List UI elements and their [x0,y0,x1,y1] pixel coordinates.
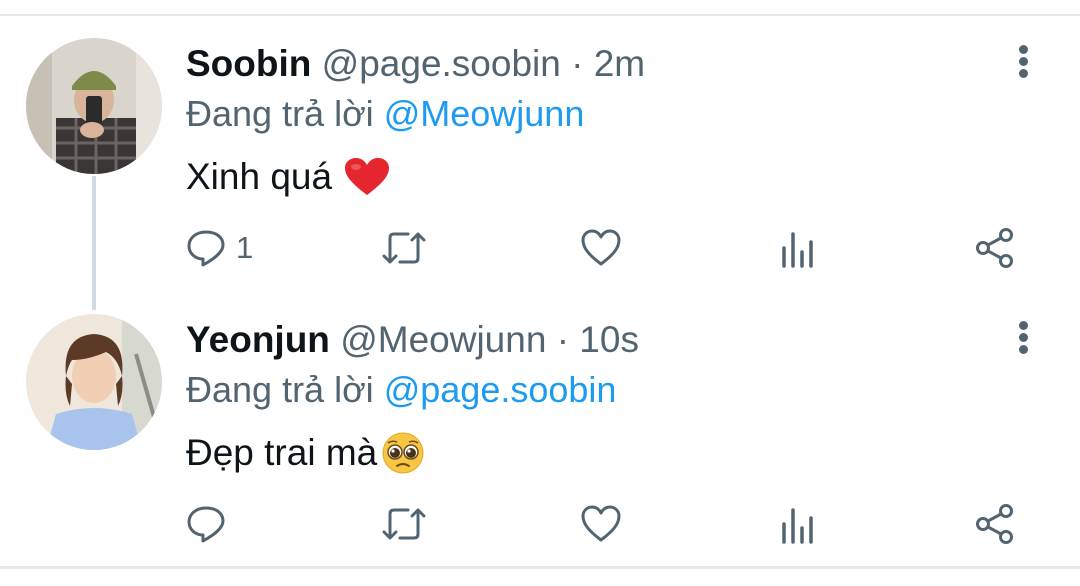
user-handle[interactable]: @Meowjunn [340,319,546,360]
replying-to: Đang trả lời @Meowjunn [186,90,1020,138]
user-handle[interactable]: @page.soobin [322,43,561,84]
replying-to-mention[interactable]: @Meowjunn [384,93,585,134]
reply-icon [186,504,226,544]
analytics-button[interactable] [780,220,816,276]
like-button[interactable] [580,496,622,552]
separator: · [556,319,570,360]
tweet-yeonjun[interactable]: Yeonjun @Meowjunn · 10s Đang trả lời @pa… [0,310,1080,566]
like-button[interactable] [580,220,622,276]
analytics-icon [780,504,816,544]
tweet-header: Soobin @page.soobin · 2m [186,40,1020,88]
avatar-yeonjun[interactable] [26,314,162,450]
retweet-button[interactable] [382,496,426,552]
share-button[interactable] [974,496,1016,552]
retweet-icon [382,228,426,268]
tweet-text: Đẹp trai mà [186,428,1020,478]
replying-to-mention[interactable]: @page.soobin [384,369,617,410]
tweet-soobin[interactable]: Soobin @page.soobin · 2m Đang trả lời @M… [0,0,1080,310]
like-icon [580,504,622,544]
share-icon [974,503,1016,545]
analytics-button[interactable] [780,496,816,552]
retweet-icon [382,504,426,544]
bottom-divider [0,566,1080,569]
reply-button[interactable]: 1 [186,220,253,276]
avatar-soobin[interactable] [26,38,162,174]
more-options-icon[interactable] [1008,42,1040,82]
display-name[interactable]: Soobin [186,43,311,84]
separator: · [571,43,584,84]
pleading-face-emoji-icon [381,431,425,475]
tweet-text-body: Đẹp trai mà [186,432,378,473]
share-icon [974,227,1016,269]
heart-emoji-icon [344,157,390,197]
reply-button[interactable] [186,496,236,552]
timestamp[interactable]: 10s [579,319,639,360]
like-icon [580,228,622,268]
replying-prefix: Đang trả lời [186,93,374,134]
share-button[interactable] [974,220,1016,276]
tweet-actions [0,496,1080,556]
tweet-header: Yeonjun @Meowjunn · 10s [186,316,1020,364]
tweet-actions: 1 [0,220,1080,280]
tweet-text: Xinh quá [186,152,1020,202]
tweet-text-body: Xinh quá [186,156,333,197]
replying-to: Đang trả lời @page.soobin [186,366,1020,414]
timestamp[interactable]: 2m [594,43,645,84]
display-name[interactable]: Yeonjun [186,319,330,360]
reply-icon [186,228,226,268]
replying-prefix: Đang trả lời [186,369,374,410]
retweet-button[interactable] [382,220,426,276]
analytics-icon [780,228,816,268]
more-options-icon[interactable] [1008,318,1040,358]
reply-count: 1 [236,230,254,265]
